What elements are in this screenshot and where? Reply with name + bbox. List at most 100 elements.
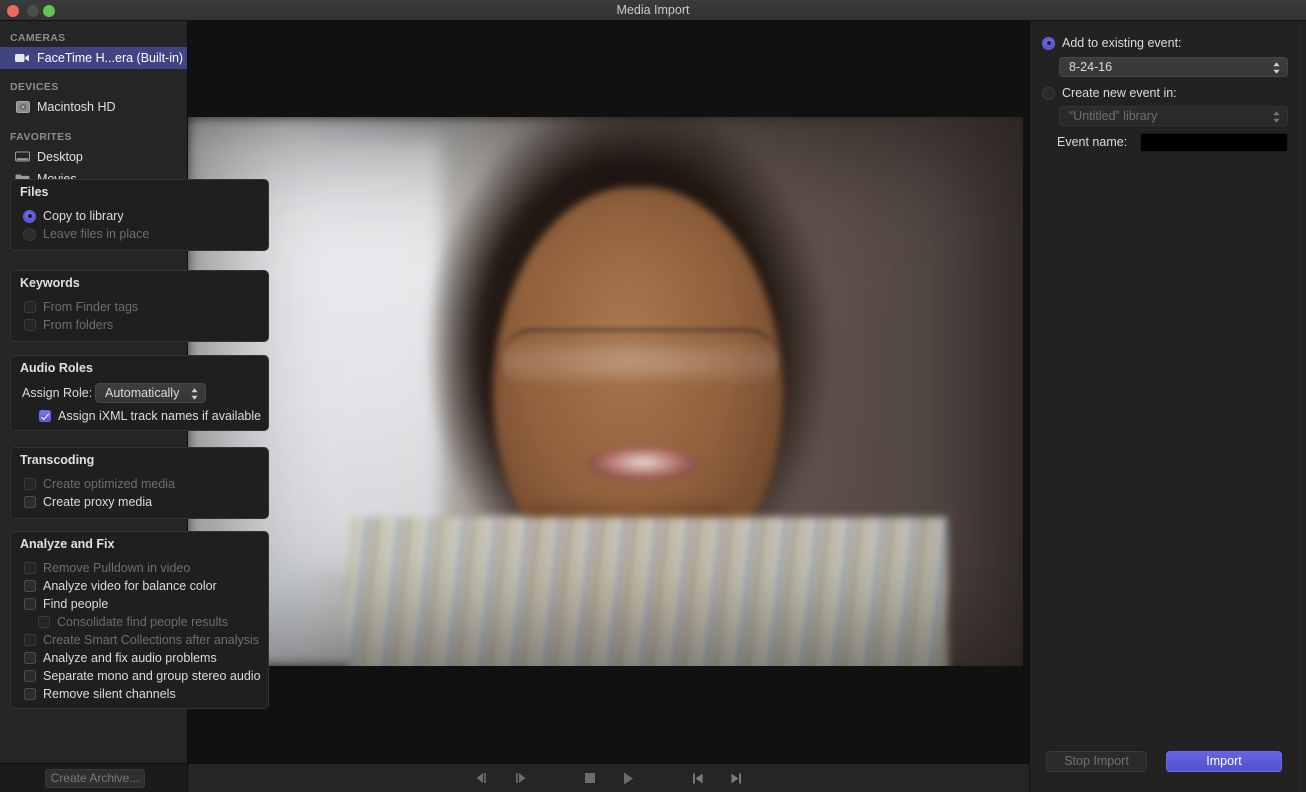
library-popup[interactable]: “Untitled” library: [1059, 106, 1288, 126]
go-to-start-button[interactable]: [679, 765, 717, 791]
consolidate-find-people-label: Consolidate find people results: [57, 615, 228, 629]
step-backward-button[interactable]: [463, 765, 501, 791]
from-finder-tags-label: From Finder tags: [43, 300, 138, 314]
create-smart-collections-row[interactable]: Create Smart Collections after analysis: [24, 633, 259, 647]
sidebar-item-label: FaceTime H...era (Built-in): [37, 47, 183, 69]
analyze-balance-color-label: Analyze video for balance color: [43, 579, 217, 593]
copy-to-library-label: Copy to library: [43, 209, 124, 223]
assign-ixml-row[interactable]: Assign iXML track names if available: [39, 409, 261, 423]
keywords-group: Keywords From Finder tags From folders: [10, 270, 269, 342]
sidebar-item-label: Desktop: [37, 146, 83, 168]
create-optimized-media-row[interactable]: Create optimized media: [24, 477, 175, 491]
remove-silent-channels-row[interactable]: Remove silent channels: [24, 687, 176, 701]
analyze-balance-color-checkbox[interactable]: [24, 580, 36, 592]
analyze-fix-audio-label: Analyze and fix audio problems: [43, 651, 217, 665]
from-finder-tags-row[interactable]: From Finder tags: [24, 300, 138, 314]
copy-to-library-radio[interactable]: [23, 210, 36, 223]
desktop-icon: [14, 150, 31, 164]
create-optimized-media-label: Create optimized media: [43, 477, 175, 491]
video-vignette-layer: [188, 117, 1023, 666]
sidebar-group-header-devices: DEVICES: [0, 79, 187, 96]
files-group-title: Files: [20, 185, 49, 199]
analyze-and-fix-group: Analyze and Fix Remove Pulldown in video…: [10, 531, 269, 709]
sidebar-group-header-favorites: FAVORITES: [0, 129, 187, 146]
find-people-label: Find people: [43, 597, 108, 611]
remove-silent-channels-label: Remove silent channels: [43, 687, 176, 701]
play-button[interactable]: [609, 765, 647, 791]
find-people-row[interactable]: Find people: [24, 597, 108, 611]
create-archive-button[interactable]: Create Archive...: [45, 769, 145, 788]
import-button[interactable]: Import: [1166, 751, 1282, 772]
stop-import-button[interactable]: Stop Import: [1046, 751, 1147, 772]
leave-files-in-place-radio-row[interactable]: Leave files in place: [23, 227, 149, 241]
sidebar-item-desktop[interactable]: Desktop: [0, 146, 187, 168]
sidebar-item-label: Macintosh HD: [37, 96, 116, 118]
chevron-updown-icon: [1271, 109, 1282, 125]
assign-ixml-label: Assign iXML track names if available: [58, 409, 261, 423]
find-people-checkbox[interactable]: [24, 598, 36, 610]
go-to-end-button[interactable]: [717, 765, 755, 791]
harddisk-icon: [14, 100, 31, 114]
existing-event-value: 8-24-16: [1069, 60, 1112, 74]
assign-role-popup[interactable]: Automatically: [95, 383, 206, 403]
copy-to-library-radio-row[interactable]: Copy to library: [23, 209, 124, 223]
create-new-event-label: Create new event in:: [1062, 86, 1177, 100]
consolidate-find-people-checkbox[interactable]: [38, 616, 50, 628]
step-forward-button[interactable]: [501, 765, 539, 791]
assign-role-label: Assign Role:: [22, 386, 92, 400]
separate-mono-group-stereo-row[interactable]: Separate mono and group stereo audio: [24, 669, 261, 683]
consolidate-find-people-row[interactable]: Consolidate find people results: [38, 615, 228, 629]
from-folders-checkbox[interactable]: [24, 319, 36, 331]
create-smart-collections-checkbox[interactable]: [24, 634, 36, 646]
add-to-existing-event-label: Add to existing event:: [1062, 36, 1182, 50]
remove-pulldown-row[interactable]: Remove Pulldown in video: [24, 561, 190, 575]
sidebar-bottom-bar: Create Archive...: [0, 763, 188, 792]
video-preview[interactable]: [188, 117, 1023, 666]
add-to-existing-event-radio-row[interactable]: Add to existing event:: [1042, 36, 1182, 50]
leave-files-in-place-radio[interactable]: [23, 228, 36, 241]
event-name-label: Event name:: [1057, 135, 1127, 149]
inspector-scrollbar[interactable]: [1299, 21, 1306, 792]
create-smart-collections-label: Create Smart Collections after analysis: [43, 633, 259, 647]
transcoding-group: Transcoding Create optimized media Creat…: [10, 447, 269, 519]
media-viewer: [188, 21, 1029, 763]
transcoding-group-title: Transcoding: [20, 453, 94, 467]
analyze-fix-audio-checkbox[interactable]: [24, 652, 36, 664]
stop-button[interactable]: [571, 765, 609, 791]
sidebar-item-macintosh-hd[interactable]: Macintosh HD: [0, 96, 187, 118]
remove-pulldown-checkbox[interactable]: [24, 562, 36, 574]
analyze-fix-audio-row[interactable]: Analyze and fix audio problems: [24, 651, 217, 665]
create-proxy-media-checkbox[interactable]: [24, 496, 36, 508]
files-group: Files Copy to library Leave files in pla…: [10, 179, 269, 251]
chevron-updown-icon: [189, 386, 200, 402]
from-finder-tags-checkbox[interactable]: [24, 301, 36, 313]
audio-roles-group-title: Audio Roles: [20, 361, 93, 375]
title-bar: Media Import: [0, 0, 1306, 21]
assign-ixml-checkbox[interactable]: [39, 410, 51, 422]
library-value: “Untitled” library: [1069, 109, 1157, 123]
analyze-balance-color-row[interactable]: Analyze video for balance color: [24, 579, 217, 593]
from-folders-row[interactable]: From folders: [24, 318, 113, 332]
create-new-event-radio[interactable]: [1042, 87, 1055, 100]
from-folders-label: From folders: [43, 318, 113, 332]
leave-files-in-place-label: Leave files in place: [43, 227, 149, 241]
add-to-existing-event-radio[interactable]: [1042, 37, 1055, 50]
event-name-input[interactable]: [1140, 133, 1288, 152]
sidebar-group-header-cameras: CAMERAS: [0, 30, 187, 47]
create-new-event-radio-row[interactable]: Create new event in:: [1042, 86, 1177, 100]
window-title: Media Import: [0, 0, 1306, 20]
remove-silent-channels-checkbox[interactable]: [24, 688, 36, 700]
audio-roles-group: Audio Roles Assign Role: Automatically A…: [10, 355, 269, 431]
separate-mono-group-stereo-label: Separate mono and group stereo audio: [43, 669, 261, 683]
analyze-and-fix-group-title: Analyze and Fix: [20, 537, 114, 551]
create-proxy-media-label: Create proxy media: [43, 495, 152, 509]
sidebar-item-facetime-camera[interactable]: FaceTime H...era (Built-in): [0, 47, 187, 69]
separate-mono-group-stereo-checkbox[interactable]: [24, 670, 36, 682]
create-proxy-media-row[interactable]: Create proxy media: [24, 495, 152, 509]
media-import-window: Media Import CAMERAS FaceTime H...era (B…: [0, 0, 1306, 792]
existing-event-popup[interactable]: 8-24-16: [1059, 57, 1288, 77]
camera-icon: [14, 51, 31, 65]
chevron-updown-icon: [1271, 60, 1282, 76]
remove-pulldown-label: Remove Pulldown in video: [43, 561, 190, 575]
create-optimized-media-checkbox[interactable]: [24, 478, 36, 490]
